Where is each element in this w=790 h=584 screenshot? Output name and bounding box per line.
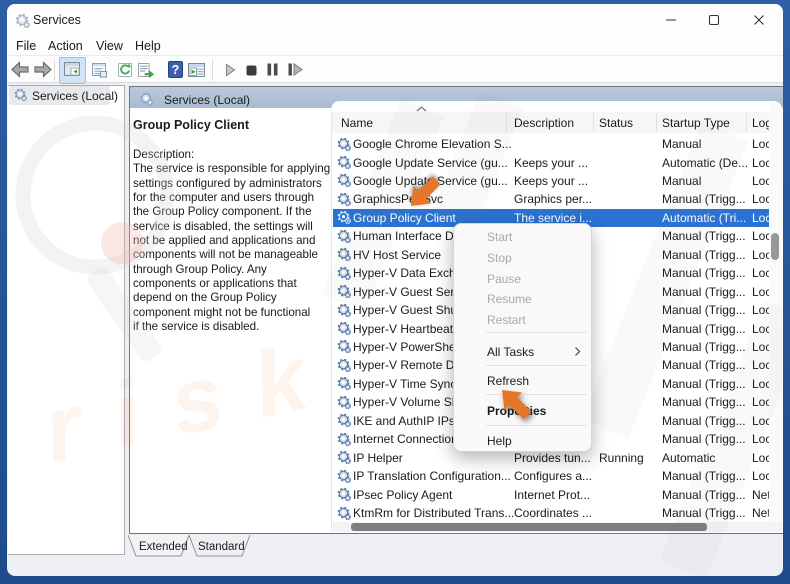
- svg-text:?: ?: [172, 63, 180, 77]
